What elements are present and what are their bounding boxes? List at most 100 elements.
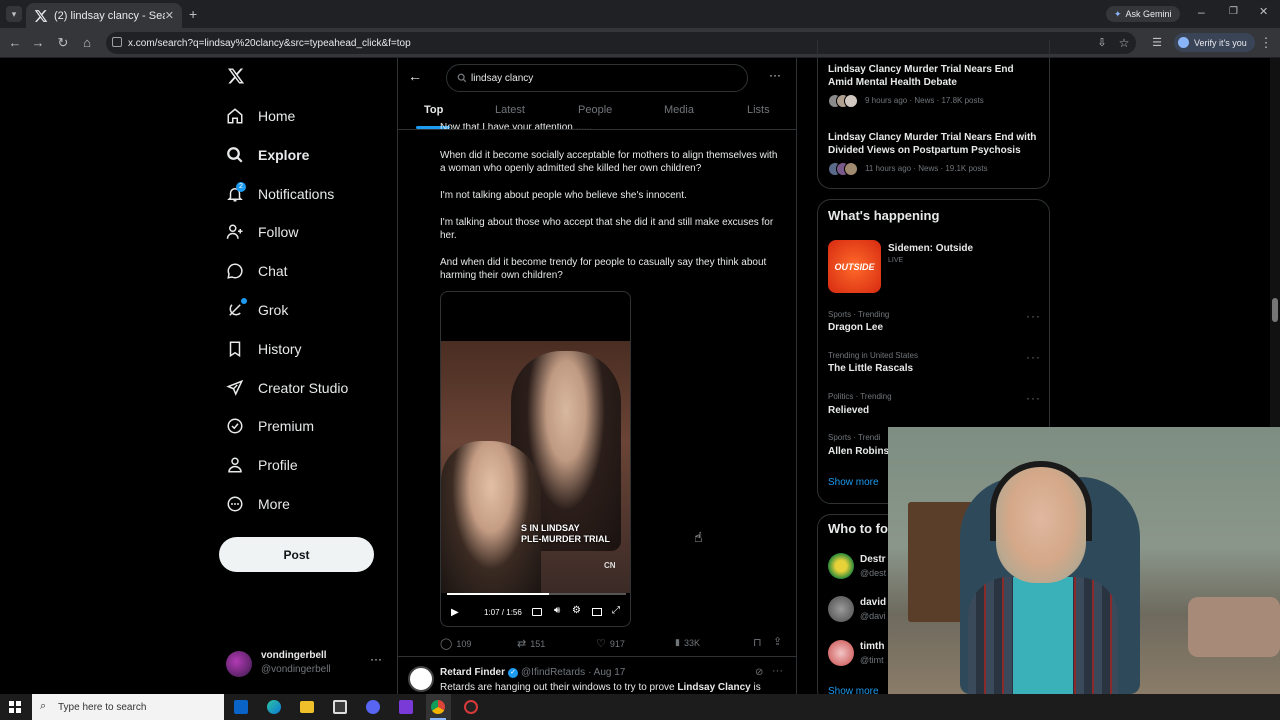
trend-context: Trending in United States [828,351,918,360]
discord-icon[interactable] [366,700,380,714]
verify-profile-button[interactable]: Verify it's you [1174,33,1255,52]
next-tweet-avatar[interactable] [408,666,434,692]
nav-chat[interactable]: Chat [226,256,288,286]
avatar[interactable] [828,640,854,666]
account-name: vondingerbell [261,650,327,661]
account-more-icon[interactable]: ··· [370,652,382,666]
account-handle: @vondingerbell [261,664,331,675]
home-button[interactable]: ⌂ [79,35,95,51]
nav-history[interactable]: History [226,334,302,364]
taskbar-search-input[interactable]: ⌕ Type here to search [32,694,224,720]
site-info-icon[interactable] [112,37,122,47]
live-event-status: LIVE [888,257,904,264]
pip-icon[interactable] [592,608,602,616]
close-window-button[interactable]: ✕ [1259,5,1268,18]
news-item-avatars [828,94,858,108]
nav-creator-studio[interactable]: Creator Studio [226,373,348,403]
nav-grok[interactable]: Grok [226,295,288,325]
tab-title: (2) lindsay clancy - Search / X [54,9,165,22]
share-icon[interactable]: ⇪ [773,635,782,648]
trend-name[interactable]: Allen Robins [828,445,889,458]
avatar[interactable] [828,596,854,622]
nav-profile[interactable]: Profile [226,450,298,480]
repost-button[interactable]: ⇄ 151 [517,637,545,650]
tab-lists[interactable]: Lists [747,104,770,116]
trend-name[interactable]: Dragon Lee [828,321,883,334]
settings-gear-icon[interactable]: ⚙︎ [572,605,581,616]
follow-suggestion-name[interactable]: Destr [860,553,886,566]
bookmark-button-icon[interactable]: ⊓ [753,636,762,649]
search-options-icon[interactable]: ··· [769,68,781,82]
tab-list-button[interactable]: ▾ [6,6,22,22]
nav-follow[interactable]: Follow [226,217,298,247]
avatar[interactable] [828,553,854,579]
clipchamp-icon[interactable] [399,700,413,714]
follow-suggestion-name[interactable]: timth [860,640,884,653]
file-explorer-icon[interactable] [300,701,314,713]
new-tab-button[interactable]: + [189,6,197,22]
video-player[interactable]: S IN LINDSAY PLE-MURDER TRIAL CN ▶ 1:07 … [440,291,631,627]
ask-gemini-button[interactable]: ✦ Ask Gemini [1106,6,1180,22]
nav-follow-label: Follow [258,224,299,240]
reply-button[interactable]: ◯ 109 [440,637,471,650]
install-app-icon[interactable]: ⇩ [1094,35,1110,51]
trend-more-icon[interactable]: ··· [1026,391,1041,405]
nav-more[interactable]: More [226,489,290,519]
search-input[interactable]: lindsay clancy [446,64,748,92]
live-event-title[interactable]: Sidemen: Outside [888,242,973,255]
nav-explore[interactable]: Explore [226,140,309,170]
back-arrow-icon[interactable]: ← [408,68,422,84]
tab-people[interactable]: People [578,104,612,116]
chrome-icon[interactable] [431,700,445,714]
show-more-link[interactable]: Show more [828,477,879,488]
volume-icon[interactable]: 🔊︎ [554,605,560,616]
minimize-button[interactable]: – [1198,5,1205,19]
tab-media[interactable]: Media [664,104,694,116]
live-event-logo-text: OUTSIDE [834,261,875,272]
outlook-icon[interactable] [234,700,248,714]
news-item-title[interactable]: Lindsay Clancy Murder Trial Nears End wi… [828,131,1043,157]
reload-button[interactable]: ↻ [55,35,71,51]
next-tweet-handle[interactable]: @IfindRetards [521,667,585,678]
account-switcher[interactable]: vondingerbell @vondingerbell ··· [226,648,386,682]
back-button[interactable]: ← [7,35,23,51]
captions-icon[interactable] [532,608,542,616]
post-button[interactable]: Post [219,537,374,572]
reading-list-icon[interactable]: ☰ [1149,35,1165,51]
browser-tab[interactable]: (2) lindsay clancy - Search / X ✕ [26,3,182,28]
tab-top[interactable]: Top [424,104,443,116]
trend-more-icon[interactable]: ··· [1026,350,1041,364]
nav-home[interactable]: Home [226,101,295,131]
maximize-button[interactable]: ❐ [1229,6,1238,17]
next-tweet-more-icon[interactable]: ··· [772,665,783,677]
play-icon[interactable]: ▶ [451,607,459,618]
tab-latest[interactable]: Latest [495,104,525,116]
tab-close-icon[interactable]: ✕ [165,9,174,22]
scrollbar-thumb[interactable] [1272,298,1278,322]
obs-icon[interactable] [464,700,478,714]
views-count: 33K [683,637,700,648]
views-button[interactable]: ▮ 33K [675,637,700,648]
nav-premium[interactable]: Premium [226,411,314,441]
grok-explain-icon[interactable]: ⊘ [755,667,763,678]
x-logo-icon[interactable] [227,67,245,85]
like-button[interactable]: ♡ 917 [596,637,625,650]
bookmark-star-icon[interactable]: ☆ [1116,35,1132,51]
windows-start-icon[interactable] [9,701,21,713]
browser-menu-icon[interactable]: ⋮ [1258,35,1274,51]
tweet-paragraph: When did it become socially acceptable f… [440,150,778,174]
store-icon[interactable] [333,700,347,714]
live-event-thumbnail[interactable]: OUTSIDE [828,240,881,293]
trend-name[interactable]: Relieved [828,404,869,417]
news-item-title[interactable]: Lindsay Clancy Murder Trial Nears End Am… [828,63,1038,89]
nav-notifications-label: Notifications [258,186,335,202]
trend-name[interactable]: The Little Rascals [828,362,913,375]
edge-icon[interactable] [267,700,281,714]
video-progress-track[interactable] [447,593,626,595]
fullscreen-icon[interactable]: ⤢ [612,605,620,616]
next-tweet-author[interactable]: Retard Finder [440,667,505,678]
trend-more-icon[interactable]: ··· [1026,309,1041,323]
forward-button[interactable]: → [30,35,46,51]
tweet-cut-line: Now that I have your attention....... [440,123,593,129]
follow-suggestion-name[interactable]: david [860,596,886,609]
